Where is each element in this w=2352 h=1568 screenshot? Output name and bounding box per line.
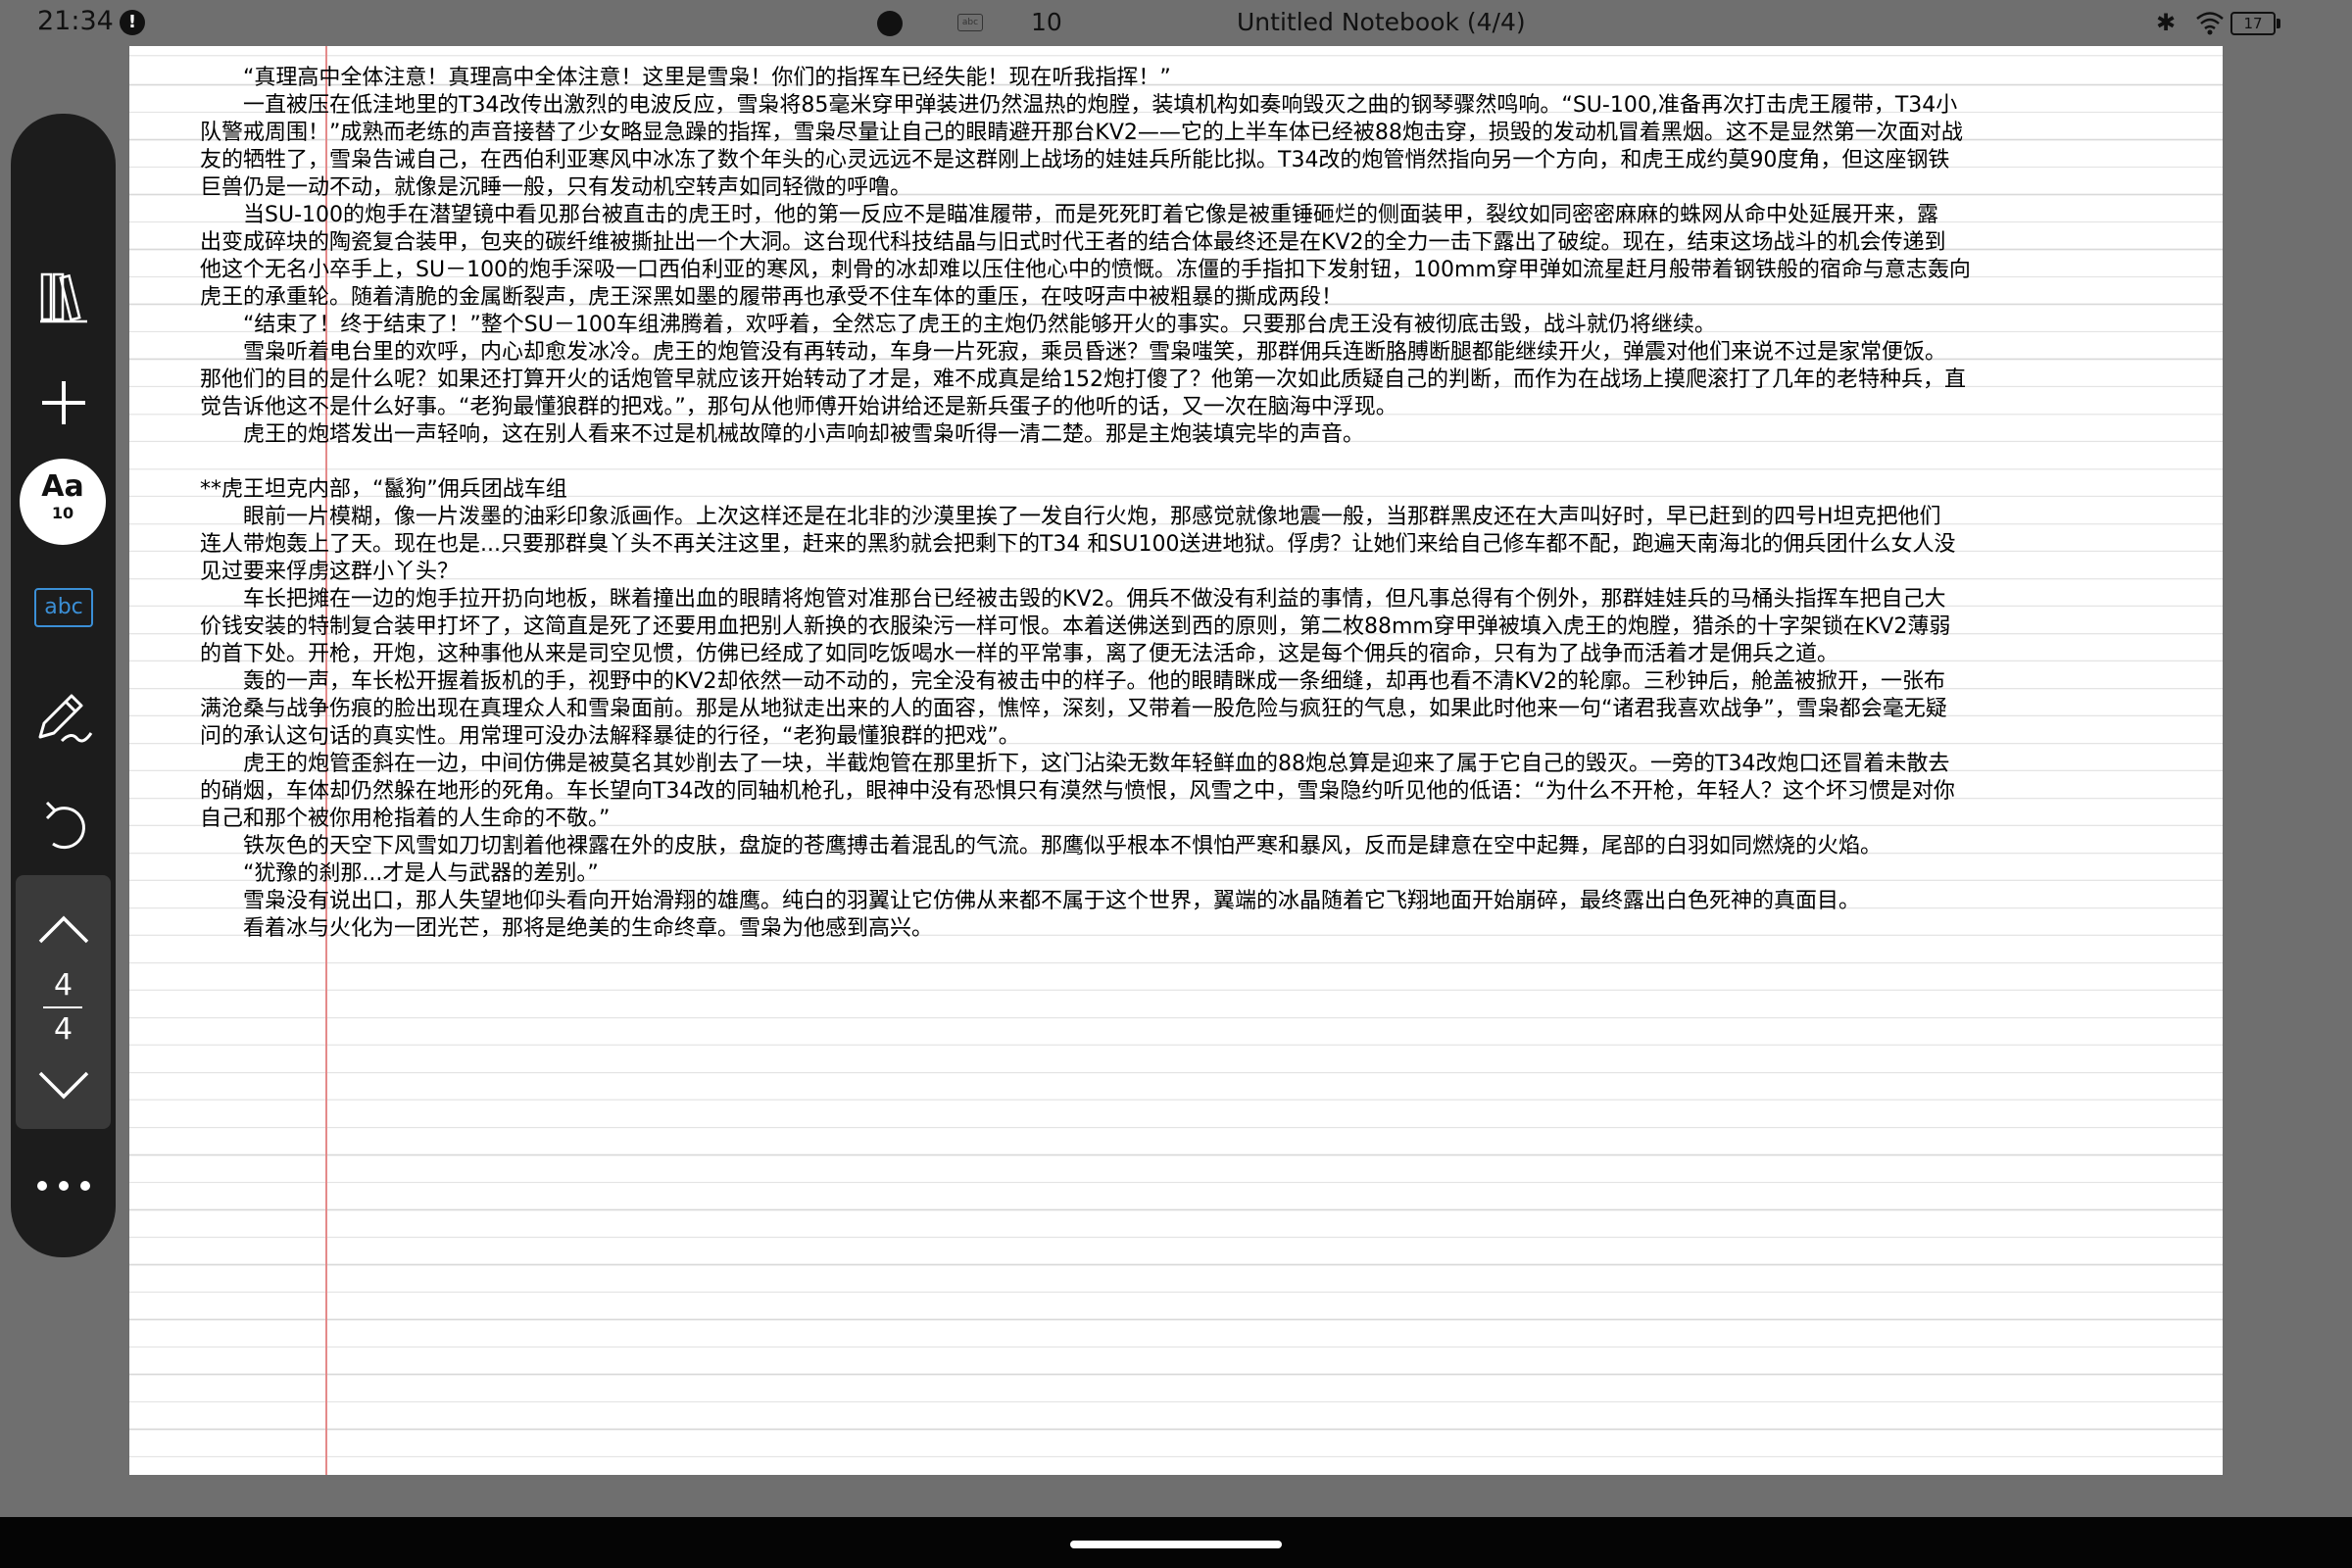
font-size-value: 10 <box>51 504 74 522</box>
font-button-label: Aa <box>41 469 84 504</box>
record-dot-icon[interactable] <box>877 11 903 36</box>
home-indicator[interactable] <box>1070 1541 1282 1548</box>
page-navigator: 4 4 <box>16 875 111 1129</box>
text-mode-button[interactable]: abc <box>34 588 93 627</box>
undo-icon[interactable] <box>11 775 116 873</box>
page-current: 4 <box>53 968 74 1003</box>
text-line: 见过要来俘虏这群小丫头？ <box>200 560 460 584</box>
notebook-title: Untitled Notebook (4/4) <box>1237 8 1526 36</box>
notification-icon: ! <box>120 10 145 35</box>
text-line: 友的牺牲了，雪枭告诫自己，在西伯利亚寒风中冰冻了数个年头的心灵远远不是这群刚上战… <box>200 148 1950 172</box>
navigation-bar <box>0 1517 2352 1568</box>
page-divider <box>43 1006 82 1008</box>
status-count: 10 <box>1031 8 1062 36</box>
page-down-icon[interactable] <box>11 1036 116 1134</box>
text-line: 铁灰色的天空下风雪如刀切割着他裸露在外的皮肤，盘旋的苍鹰搏击着混乱的气流。那鹰似… <box>200 834 1883 858</box>
text-line: “犹豫的刹那...才是人与武器的差别。” <box>200 861 599 886</box>
text-line: 他这个无名小卒手上，SU－100的炮手深吸一口西伯利亚的寒风，刺骨的冰却难以压住… <box>200 258 1971 282</box>
text-line: 虎王的炮塔发出一声轻响，这在别人看来不过是机械故障的小声响却被雪枭听得一清二楚。… <box>200 422 1365 447</box>
library-icon[interactable] <box>11 249 116 347</box>
battery-icon: 17 <box>2230 12 2280 35</box>
status-bar: 21:34 ! abc 10 Untitled Notebook (4/4) ✱… <box>0 0 2352 47</box>
text-line: 当SU-100的炮手在潜望镜中看见那台被直击的虎王时，他的第一反应不是瞄准履带，… <box>200 203 1939 227</box>
text-line: 一直被压在低洼地里的T34改传出激烈的电波反应，雪枭将85毫米穿甲弹装进仍然温热… <box>200 93 1958 118</box>
text-line: 虎王的承重轮。随着清脆的金属断裂声，虎王深黑如墨的履带再也承受不住车体的重压，在… <box>200 285 1344 310</box>
text-line: 满沧桑与战争伤痕的脸出现在真理众人和雪枭面前。那是从地狱走出来的人的面容，憔悴，… <box>200 697 1947 721</box>
text-line <box>200 449 2223 476</box>
font-size-button[interactable]: Aa 10 <box>20 459 106 545</box>
text-line: 的首下处。开枪，开炮，这种事他从来是司空见惯，仿佛已经成了如同吃饭喝水一样的平常… <box>200 642 1839 666</box>
note-text[interactable]: “真理高中全体注意！真理高中全体注意！这里是雪枭！你们的指挥车已经失能！现在听我… <box>200 65 2223 943</box>
text-line: 的硝烟，车体却仍然躲在地形的死角。车长望向T34改的同轴机枪孔，眼神中没有恐惧只… <box>200 779 1955 804</box>
text-line: 队警戒周围！”成熟而老练的声音接替了少女略显急躁的指挥，雪枭尽量让自己的眼睛避开… <box>200 121 1963 145</box>
text-line: 出变成碎块的陶瓷复合装甲，包夹的碳纤维被撕扯出一个大洞。这台现代科技结晶与旧式时… <box>200 230 1946 255</box>
pen-icon[interactable] <box>11 668 116 766</box>
text-line: 自己和那个被你用枪指着的人生命的不敬。” <box>200 807 611 831</box>
bluetooth-icon: ✱ <box>2156 9 2177 36</box>
wifi-icon <box>2196 12 2224 35</box>
text-line: 虎王的炮管歪斜在一边，中间仿佛是被莫名其妙削去了一块，半截炮管在那里折下，这门沾… <box>200 752 1950 776</box>
status-time: 21:34 <box>37 6 114 36</box>
text-line: 连人带炮轰上了天。现在也是...只要那群臭丫头不再关注这里，赶来的黑豹就会把剩下… <box>200 532 1956 557</box>
notebook-page[interactable]: “真理高中全体注意！真理高中全体注意！这里是雪枭！你们的指挥车已经失能！现在听我… <box>129 46 2223 1475</box>
text-line: 轰的一声，车长松开握着扳机的手，视野中的KV2却依然一动不动的，完全没有被击中的… <box>200 669 1945 694</box>
page-up-icon[interactable] <box>11 881 116 979</box>
more-icon[interactable] <box>11 1137 116 1235</box>
text-line: “真理高中全体注意！真理高中全体注意！这里是雪枭！你们的指挥车已经失能！现在听我… <box>200 66 1171 90</box>
text-line: **虎王坦克内部，“鬣狗”佣兵团战车组 <box>200 477 567 502</box>
text-line: 问的承认这句话的真实性。用常理可没办法解释暴徒的行径，“老狗最懂狼群的把戏”。 <box>200 724 1020 749</box>
text-line: 觉告诉他这不是什么好事。“老狗最懂狼群的把戏。”，那句从他师傅开始讲给还是新兵蛋… <box>200 395 1397 419</box>
text-line: 巨兽仍是一动不动，就像是沉睡一般，只有发动机空转声如同轻微的呼噜。 <box>200 175 912 200</box>
text-line: 眼前一片模糊，像一片泼墨的油彩印象派画作。上次这样还是在北非的沙漠里挨了一发自行… <box>200 505 1941 529</box>
text-line: 价钱安装的特制复合装甲打坏了，这简直是死了还要用血把别人新换的衣服染污一样可恨。… <box>200 614 1951 639</box>
text-line: 雪枭没有说出口，那人失望地仰头看向开始滑翔的雄鹰。纯白的羽翼让它仿佛从来都不属于… <box>200 889 1861 913</box>
text-line: 看着冰与火化为一团光芒，那将是绝美的生命终章。雪枭为他感到高兴。 <box>200 916 934 941</box>
text-line: “结束了！终于结束了！”整个SU－100车组沸腾着，欢呼着，全然忘了虎王的主炮仍… <box>200 313 1716 337</box>
text-line: 雪枭听着电台里的欢呼，内心却愈发冰冷。虎王的炮管没有再转动，车身一片死寂，乘员昏… <box>200 340 1947 365</box>
add-icon[interactable] <box>11 354 116 452</box>
text-line: 那他们的目的是什么呢？如果还打算开火的话炮管早就应该开始转动了才是，难不成真是给… <box>200 368 1966 392</box>
left-toolbar: Aa 10 abc 4 4 <box>11 114 116 1257</box>
text-line: 车长把摊在一边的炮手拉开扔向地板，眯着撞出血的眼睛将炮管对准那台已经被击毁的KV… <box>200 587 1946 612</box>
abc-status-icon[interactable]: abc <box>957 14 983 31</box>
